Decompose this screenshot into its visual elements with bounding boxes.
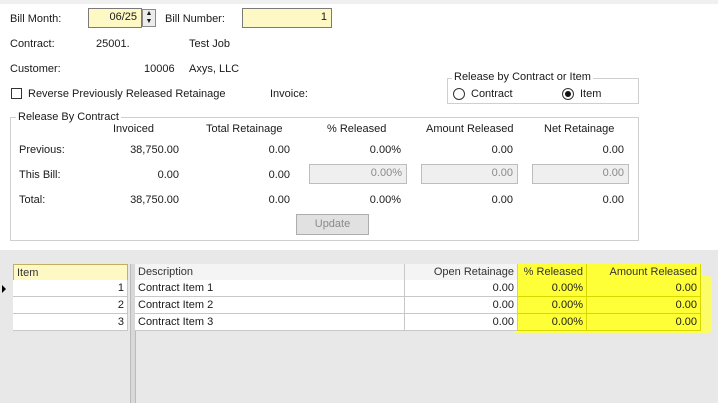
- previous-net-retainage: 0.00: [602, 144, 624, 156]
- release-by-contract-title: Release By Contract: [16, 111, 121, 123]
- invoice-label: Invoice:: [270, 88, 308, 100]
- grid-row-3-description[interactable]: Contract Item 3: [135, 314, 405, 331]
- bill-number-label: Bill Number:: [165, 13, 225, 25]
- grid-row-1-pct-released[interactable]: 0.00%: [518, 280, 587, 297]
- grid-row-3-item[interactable]: 3: [13, 314, 128, 331]
- grid-row-2-description[interactable]: Contract Item 2: [135, 297, 405, 314]
- this-bill-total-retainage: 0.00: [268, 169, 290, 181]
- item-radio-label[interactable]: Item: [580, 88, 601, 100]
- reverse-retainage-checkbox[interactable]: [11, 88, 22, 99]
- col-amount-released: Amount Released: [426, 123, 514, 135]
- grid-header-amount-released[interactable]: Amount Released: [587, 264, 701, 281]
- total-label: Total:: [19, 194, 46, 206]
- this-bill-invoiced: 0.00: [157, 169, 179, 181]
- contract-radio[interactable]: [453, 88, 465, 100]
- customer-label: Customer:: [10, 63, 61, 75]
- total-pct-released: 0.00%: [369, 194, 401, 206]
- grid-row-2-open-retainage[interactable]: 0.00: [405, 297, 518, 314]
- this-bill-pct-released-field[interactable]: 0.00%: [309, 164, 407, 184]
- reverse-retainage-label[interactable]: Reverse Previously Released Retainage: [28, 88, 226, 100]
- col-invoiced: Invoiced: [113, 123, 154, 135]
- this-bill-amount-released-field[interactable]: 0.00: [421, 164, 518, 184]
- previous-label: Previous:: [19, 144, 65, 156]
- bill-number-field[interactable]: 1: [242, 8, 332, 28]
- grid-row-1-description[interactable]: Contract Item 1: [135, 280, 405, 297]
- previous-pct-released: 0.00%: [369, 144, 401, 156]
- spin-up-icon[interactable]: ▲: [143, 10, 155, 18]
- top-strip: [0, 0, 718, 4]
- grid-row-3-pct-released[interactable]: 0.00%: [518, 314, 587, 331]
- col-net-retainage: Net Retainage: [544, 123, 615, 135]
- grid-row-2-pct-released[interactable]: 0.00%: [518, 297, 587, 314]
- grid-header-open-retainage[interactable]: Open Retainage: [405, 264, 518, 281]
- previous-amount-released: 0.00: [491, 144, 513, 156]
- item-radio[interactable]: [562, 88, 574, 100]
- grid-row-2-item[interactable]: 2: [13, 297, 128, 314]
- previous-invoiced: 38,750.00: [130, 144, 179, 156]
- bill-month-spinner[interactable]: ▲ ▼: [142, 9, 156, 27]
- col-pct-released: % Released: [327, 123, 387, 135]
- row-pointer-icon: [2, 285, 6, 293]
- grid-row-3-amount-released[interactable]: 0.00: [587, 314, 701, 331]
- grid-header-description[interactable]: Description: [135, 264, 405, 281]
- update-button[interactable]: Update: [296, 214, 369, 235]
- spin-down-icon[interactable]: ▼: [143, 18, 155, 26]
- previous-total-retainage: 0.00: [268, 144, 290, 156]
- bill-month-field[interactable]: 06/25: [88, 8, 142, 28]
- total-net-retainage: 0.00: [602, 194, 624, 206]
- grid-header-pct-released[interactable]: % Released: [518, 264, 587, 281]
- contract-label: Contract:: [10, 38, 55, 50]
- contract-name: Test Job: [189, 38, 230, 50]
- grid-header-item[interactable]: Item: [13, 264, 128, 281]
- total-amount-released: 0.00: [491, 194, 513, 206]
- customer-number: 10006: [144, 63, 175, 75]
- col-total-retainage: Total Retainage: [206, 123, 283, 135]
- grid-row-1-open-retainage[interactable]: 0.00: [405, 280, 518, 297]
- this-bill-net-retainage-field[interactable]: 0.00: [532, 164, 629, 184]
- total-total-retainage: 0.00: [268, 194, 290, 206]
- customer-name: Axys, LLC: [189, 63, 240, 75]
- grid-row-1-amount-released[interactable]: 0.00: [587, 280, 701, 297]
- grid-row-3-open-retainage[interactable]: 0.00: [405, 314, 518, 331]
- grid-row-2-amount-released[interactable]: 0.00: [587, 297, 701, 314]
- grid-row-1-item[interactable]: 1: [13, 280, 128, 297]
- bill-month-label: Bill Month:: [10, 13, 62, 25]
- this-bill-label: This Bill:: [19, 169, 61, 181]
- contract-radio-label[interactable]: Contract: [471, 88, 513, 100]
- contract-number: 25001.: [96, 38, 130, 50]
- release-by-title: Release by Contract or Item: [452, 71, 593, 83]
- total-invoiced: 38,750.00: [130, 194, 179, 206]
